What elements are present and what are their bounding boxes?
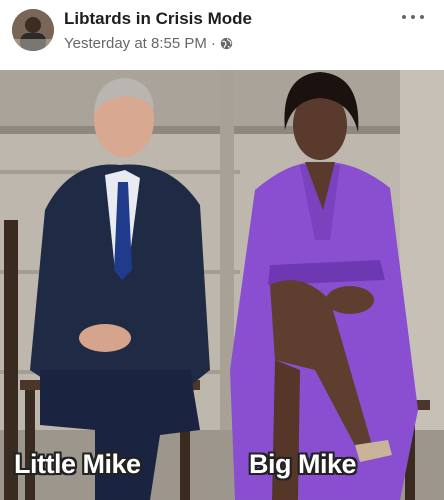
meta-separator: · <box>210 35 216 52</box>
caption-left: Little Mike <box>14 449 141 479</box>
meme-image <box>0 70 444 500</box>
meme-photo-illustration <box>0 70 444 500</box>
globe-icon[interactable] <box>220 37 233 50</box>
more-options-icon[interactable] <box>402 12 424 22</box>
post-author[interactable]: Libtards in Crisis Mode <box>64 9 252 29</box>
page-avatar[interactable] <box>12 9 54 51</box>
post-timestamp[interactable]: Yesterday at 8:55 PM <box>64 35 207 52</box>
caption-right: Big Mike <box>249 449 357 479</box>
post-meta: Yesterday at 8:55 PM · <box>64 35 233 52</box>
avatar-image <box>12 9 54 51</box>
post-header: Libtards in Crisis Mode Yesterday at 8:5… <box>0 0 444 66</box>
